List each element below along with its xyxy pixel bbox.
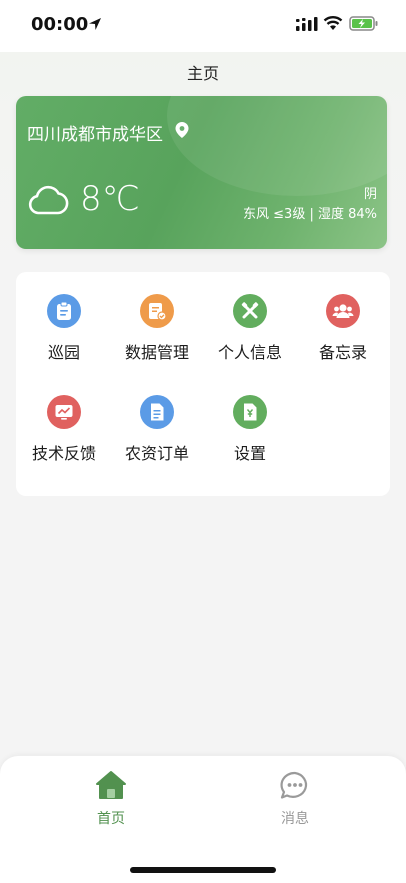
data-document-icon xyxy=(140,294,174,328)
cellular-signal-icon xyxy=(296,17,318,31)
tab-home-label: 首页 xyxy=(97,811,125,827)
menu-item-tech-feedback[interactable]: 技术反馈 xyxy=(17,395,111,464)
tab-messages[interactable]: 消息 xyxy=(255,770,335,828)
menu-item-label: 备忘录 xyxy=(318,343,367,362)
home-screen: 00:00 主页 四川成都市成华区 8℃ 阴 东风 ≤3级 | 湿度 84% 巡… xyxy=(0,0,406,883)
yuan-document-icon xyxy=(233,395,267,429)
menu-item-label: 设置 xyxy=(233,444,266,463)
menu-item-personal-info[interactable]: 个人信息 xyxy=(203,294,297,363)
tab-home[interactable]: 首页 xyxy=(71,770,151,828)
menu-item-memo[interactable]: 备忘录 xyxy=(296,294,390,363)
weather-card[interactable]: 四川成都市成华区 8℃ 阴 东风 ≤3级 | 湿度 84% xyxy=(16,96,387,249)
status-bar: 00:00 xyxy=(0,0,406,52)
wind-humidity-text: 东风 ≤3级 | 湿度 84% xyxy=(243,207,377,222)
menu-item-label: 个人信息 xyxy=(217,343,282,362)
cloud-icon xyxy=(28,185,69,215)
menu-item-label: 技术反馈 xyxy=(31,444,96,463)
location-arrow-icon xyxy=(89,18,101,30)
wifi-icon xyxy=(323,16,343,30)
home-icon xyxy=(96,771,126,799)
group-icon xyxy=(326,294,360,328)
temperature-value: 8℃ xyxy=(80,179,140,219)
menu-item-label: 数据管理 xyxy=(124,343,189,362)
battery-charging-icon xyxy=(349,16,378,31)
document-icon xyxy=(140,395,174,429)
location-text: 四川成都市成华区 xyxy=(27,125,163,145)
feature-menu: 巡园 数据管理 个人信息 备忘录 技术反馈 农资订单 设置 xyxy=(16,272,390,496)
clipboard-icon xyxy=(47,294,81,328)
menu-item-supply-orders[interactable]: 农资订单 xyxy=(110,395,204,464)
page-title: 主页 xyxy=(186,64,219,83)
chat-bubble-icon xyxy=(280,771,308,799)
monitor-chart-icon xyxy=(47,395,81,429)
menu-item-data-management[interactable]: 数据管理 xyxy=(110,294,204,363)
menu-item-settings[interactable]: 设置 xyxy=(203,395,297,464)
map-pin-icon[interactable] xyxy=(174,121,190,139)
weather-condition: 阴 xyxy=(363,187,377,202)
tab-messages-label: 消息 xyxy=(281,811,309,827)
menu-item-patrol[interactable]: 巡园 xyxy=(17,294,111,363)
home-indicator xyxy=(130,867,276,873)
status-time: 00:00 xyxy=(31,14,89,35)
tools-icon xyxy=(233,294,267,328)
bottom-tab-bar: 首页 消息 xyxy=(0,756,406,883)
menu-item-label: 巡园 xyxy=(47,343,80,362)
menu-item-label: 农资订单 xyxy=(124,444,189,463)
